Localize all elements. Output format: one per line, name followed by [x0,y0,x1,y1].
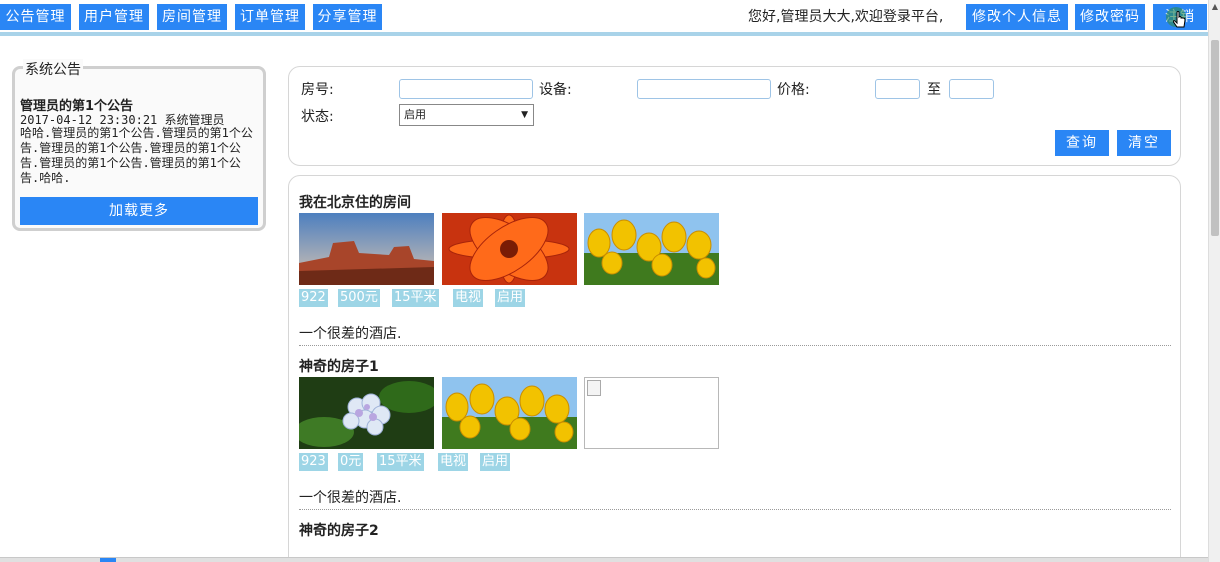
room-tags: 922 500元 15平米 电视 启用 [299,289,799,308]
price-min-input[interactable] [875,79,920,99]
room-status-tag: 启用 [495,289,526,307]
load-more-button[interactable]: 加载更多 [20,197,258,225]
change-password-button[interactable]: 修改密码 [1075,4,1145,30]
edit-profile-button[interactable]: 修改个人信息 [966,4,1068,30]
device-label: 设备: [539,82,572,98]
horizontal-scrollbar[interactable] [0,557,1208,562]
nav-order-management[interactable]: 订单管理 [235,4,305,30]
room-photos [299,377,739,449]
room-number-input[interactable] [399,79,533,99]
price-label: 价格: [777,82,810,98]
nav-room-management[interactable]: 房间管理 [157,4,227,30]
room-search-panel: 房号: 设备: 价格: 至 状态: 启用 ▼ 查询 清空 [288,66,1181,166]
room-device-tag: 电视 [438,453,469,471]
clear-button[interactable]: 清空 [1117,130,1171,156]
scrollbar-knob[interactable] [100,558,116,562]
room-divider [299,509,1171,510]
price-max-input[interactable] [949,79,994,99]
room-title[interactable]: 我在北京住的房间 [299,192,411,212]
room-number-tag: 923 [299,453,328,471]
room-photos [299,213,739,285]
hydrangea-image[interactable] [299,377,434,449]
hand-cursor-icon [1166,7,1186,28]
room-status-tag: 启用 [480,453,511,471]
notice-body: 哈哈.管理员的第1个公告.管理员的第1个公告.管理员的第1个公告.管理员的第1个… [20,126,253,185]
red-flower-image[interactable] [442,213,577,285]
yellow-tulips-image[interactable] [584,213,719,285]
room-list-panel: 我在北京住的房间 922 500元 15平米 电视 启用 一个很差的酒店. 神奇… [288,175,1181,562]
yellow-tulips-image[interactable] [442,377,577,449]
room-description: 一个很差的酒店. [299,490,402,506]
desert-image[interactable] [299,213,434,285]
status-selected-value: 启用 [404,108,426,121]
room-number-label: 房号: [301,82,334,98]
query-button[interactable]: 查询 [1055,130,1109,156]
scroll-up-icon[interactable]: ▲ [1209,0,1220,14]
room-divider [299,345,1171,346]
nav-user-management[interactable]: 用户管理 [79,4,149,30]
room-device-tag: 电视 [453,289,484,307]
room-price-tag: 500元 [338,289,380,307]
nav-share-management[interactable]: 分享管理 [313,4,382,30]
price-range-separator: 至 [927,82,941,98]
nav-notice-management[interactable]: 公告管理 [0,4,71,30]
status-select[interactable]: 启用 ▼ [399,104,534,126]
broken-image-icon [587,380,601,396]
room-title[interactable]: 神奇的房子1 [299,356,379,376]
vertical-scrollbar[interactable]: ▲ [1208,0,1220,562]
device-input[interactable] [637,79,771,99]
room-title[interactable]: 神奇的房子2 [299,520,379,540]
room-tags: 923 0元 15平米 电视 启用 [299,453,799,472]
status-label: 状态: [301,109,334,125]
room-price-tag: 0元 [338,453,364,471]
top-nav-bar: 公告管理 用户管理 房间管理 订单管理 分享管理 您好,管理员大大,欢迎登录平台… [0,0,1210,36]
welcome-text: 您好,管理员大大,欢迎登录平台, [748,9,944,25]
scrollbar-thumb[interactable] [1211,40,1219,236]
room-number-tag: 922 [299,289,328,307]
room-area-tag: 15平米 [392,289,439,307]
broken-image[interactable] [584,377,719,449]
room-area-tag: 15平米 [377,453,424,471]
notice-panel-title: 系统公告 [23,59,83,79]
room-description: 一个很差的酒店. [299,326,402,342]
system-notice-panel: 系统公告 管理员的第1个公告 2017-04-12 23:30:21 系统管理员… [12,59,266,231]
dropdown-arrow-icon: ▼ [521,110,528,120]
